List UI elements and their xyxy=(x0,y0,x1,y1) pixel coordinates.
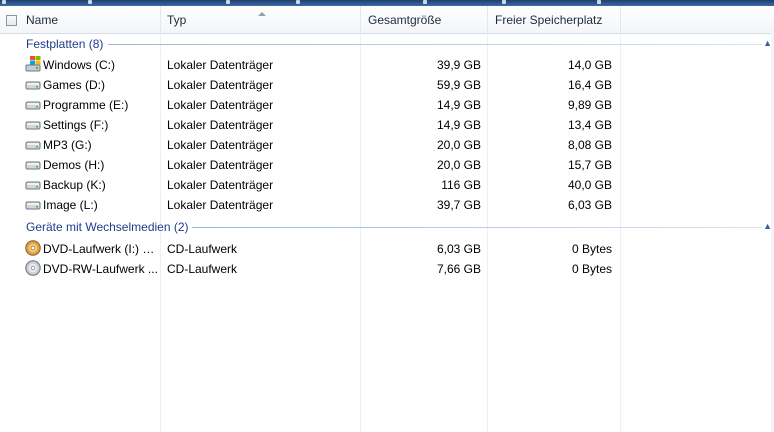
column-header-bar: Name Typ Gesamtgröße Freier Speicherplat… xyxy=(0,6,774,34)
drive-row[interactable]: Image (L:) Lokaler Datenträger 39,7 GB 6… xyxy=(0,194,774,214)
drive-free-space: 16,4 GB xyxy=(567,78,612,92)
group-divider-line xyxy=(192,227,762,228)
drive-free-space: 6,03 GB xyxy=(567,198,612,212)
drive-type: Lokaler Datenträger xyxy=(167,178,274,192)
drive-free-space: 0 Bytes xyxy=(571,242,612,256)
drive-type: Lokaler Datenträger xyxy=(167,138,274,152)
strip-marker xyxy=(502,0,506,4)
drive-total-size: 7,66 GB xyxy=(436,262,481,276)
strip-marker xyxy=(88,0,92,4)
drive-name: Games (D:) xyxy=(43,78,106,92)
drive-total-size: 20,0 GB xyxy=(436,138,481,152)
column-header-total-size-label: Gesamtgröße xyxy=(368,13,442,27)
drive-name: DVD-Laufwerk (I:) B... xyxy=(43,242,158,256)
drive-total-size: 39,7 GB xyxy=(436,198,481,212)
drive-name: Programme (E:) xyxy=(43,98,129,112)
collapse-chevron-icon[interactable]: ▲ xyxy=(763,38,772,48)
drive-row[interactable]: Programme (E:) Lokaler Datenträger 14,9 … xyxy=(0,94,774,114)
sort-ascending-icon xyxy=(258,12,266,16)
drive-name: MP3 (G:) xyxy=(43,138,92,152)
drive-name: Backup (K:) xyxy=(43,178,106,192)
drive-row[interactable]: DVD-RW-Laufwerk ... CD-Laufwerk 7,66 GB … xyxy=(0,258,774,278)
drive-name: Demos (H:) xyxy=(43,158,105,172)
drive-total-size: 14,9 GB xyxy=(436,98,481,112)
drive-free-space: 14,0 GB xyxy=(567,58,612,72)
drive-row[interactable]: MP3 (G:) Lokaler Datenträger 20,0 GB 8,0… xyxy=(0,134,774,154)
group-header-hard-drives[interactable]: Festplatten (8) ▲ xyxy=(0,34,774,54)
drive-type: Lokaler Datenträger xyxy=(167,198,274,212)
drive-total-size: 20,0 GB xyxy=(436,158,481,172)
column-header-type[interactable]: Typ xyxy=(161,6,361,33)
drive-type: Lokaler Datenträger xyxy=(167,58,274,72)
hard-drive-icon xyxy=(25,161,41,170)
drive-free-space: 8,08 GB xyxy=(567,138,612,152)
drive-row[interactable]: Windows (C:) Lokaler Datenträger 39,9 GB… xyxy=(0,54,774,74)
dvd-rw-disc-icon xyxy=(25,260,41,276)
hard-drive-icon xyxy=(25,101,41,110)
drive-row[interactable]: DVD-Laufwerk (I:) B... CD-Laufwerk 6,03 … xyxy=(0,238,774,258)
drive-name: Image (L:) xyxy=(43,198,98,212)
strip-marker xyxy=(296,0,300,4)
collapse-chevron-icon[interactable]: ▲ xyxy=(763,221,772,231)
strip-marker xyxy=(597,0,601,4)
windows-drive-icon xyxy=(25,56,41,72)
hard-drive-icon xyxy=(25,121,41,130)
drive-free-space: 0 Bytes xyxy=(571,262,612,276)
drive-total-size: 14,9 GB xyxy=(436,118,481,132)
hard-drive-icon xyxy=(25,201,41,210)
column-header-name[interactable]: Name xyxy=(0,6,161,33)
hard-drive-icon xyxy=(25,141,41,150)
drive-total-size: 59,9 GB xyxy=(436,78,481,92)
drive-row[interactable]: Backup (K:) Lokaler Datenträger 116 GB 4… xyxy=(0,174,774,194)
strip-marker xyxy=(423,0,427,4)
drive-type: Lokaler Datenträger xyxy=(167,78,274,92)
column-header-total-size[interactable]: Gesamtgröße xyxy=(361,6,488,33)
drive-total-size: 39,9 GB xyxy=(436,58,481,72)
drive-type: Lokaler Datenträger xyxy=(167,98,274,112)
drive-type: Lokaler Datenträger xyxy=(167,118,274,132)
column-header-type-label: Typ xyxy=(167,13,187,27)
drive-row[interactable]: Settings (F:) Lokaler Datenträger 14,9 G… xyxy=(0,114,774,134)
drive-type: CD-Laufwerk xyxy=(167,262,238,276)
drive-total-size: 116 GB xyxy=(441,178,481,192)
drive-type: CD-Laufwerk xyxy=(167,242,238,256)
drive-total-size: 6,03 GB xyxy=(436,242,481,256)
drive-free-space: 40,0 GB xyxy=(567,178,612,192)
column-header-free-space[interactable]: Freier Speicherplatz xyxy=(488,6,621,33)
group-divider-line xyxy=(108,44,762,45)
drive-type: Lokaler Datenträger xyxy=(167,158,274,172)
drive-name: Settings (F:) xyxy=(43,118,109,132)
drive-free-space: 15,7 GB xyxy=(567,158,612,172)
group-title: Festplatten (8) xyxy=(26,37,104,51)
drive-name: Windows (C:) xyxy=(43,58,116,72)
strip-marker xyxy=(226,0,230,4)
group-title: Geräte mit Wechselmedien (2) xyxy=(26,220,189,234)
column-header-name-label: Name xyxy=(26,13,59,27)
group-header-removable-devices[interactable]: Geräte mit Wechselmedien (2) ▲ xyxy=(0,217,774,237)
drive-row[interactable]: Demos (H:) Lokaler Datenträger 20,0 GB 1… xyxy=(0,154,774,174)
drive-free-space: 13,4 GB xyxy=(567,118,612,132)
hard-drive-icon xyxy=(25,81,41,90)
strip-marker xyxy=(2,0,6,4)
hard-drive-icon xyxy=(25,181,41,190)
column-header-free-space-label: Freier Speicherplatz xyxy=(495,13,603,27)
drive-row[interactable]: Games (D:) Lokaler Datenträger 59,9 GB 1… xyxy=(0,74,774,94)
drive-free-space: 9,89 GB xyxy=(567,98,612,112)
dvd-disc-icon xyxy=(25,240,41,256)
drive-name: DVD-RW-Laufwerk ... xyxy=(43,262,158,276)
